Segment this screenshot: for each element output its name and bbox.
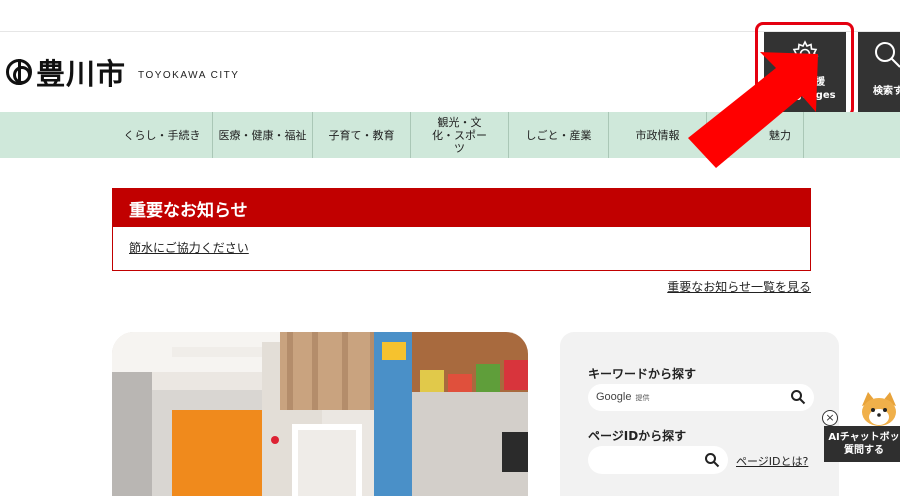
nav-item-label: 子育て・教育 — [328, 128, 395, 142]
hero-image — [112, 332, 528, 496]
logo-text: 豊川市 — [36, 57, 127, 91]
google-label-text: Google — [596, 391, 632, 403]
nav-item-tourism[interactable]: 観光・文化・スポーツ — [410, 112, 508, 158]
search-icon[interactable] — [704, 452, 720, 468]
nav-item-label: しごと・産業 — [525, 128, 592, 142]
ai-chatbot-widget[interactable]: × AIチャットボッ 質問する — [818, 392, 900, 496]
site-logo[interactable]: 豊川市 TOYOKAWA CITY — [6, 52, 239, 92]
notice-heading: 重要なお知らせ — [113, 189, 810, 227]
google-label: Google 提供 — [596, 391, 649, 403]
notice-item-link[interactable]: 節水にご協力ください — [129, 239, 810, 256]
mascot-icon — [862, 392, 896, 426]
search-icon[interactable] — [790, 389, 806, 405]
nav-item-label: くらし・手続き — [123, 128, 201, 142]
keyword-search-input[interactable]: Google 提供 — [588, 384, 814, 411]
nav-item-childcare[interactable]: 子育て・教育 — [312, 112, 410, 158]
ai-chat-line1: AIチャットボッ — [828, 432, 900, 443]
search-icon — [875, 42, 900, 68]
nav-item-living[interactable]: くらし・手続き — [112, 112, 212, 158]
nav-item-work[interactable]: しごと・産業 — [508, 112, 608, 158]
keyword-search-title: キーワードから探す — [588, 367, 697, 381]
google-provided-text: 提供 — [635, 395, 650, 402]
what-is-page-id-link[interactable]: ページIDとは? — [736, 453, 808, 469]
ai-chat-label[interactable]: AIチャットボッ 質問する — [824, 426, 900, 462]
nav-item-label: 観光・文化・スポーツ — [432, 115, 487, 155]
logo-subtitle: TOYOKAWA CITY — [138, 69, 240, 81]
search-button[interactable]: 検索す — [858, 32, 900, 112]
page-id-input[interactable] — [588, 446, 728, 474]
nav-item-label: 市政情報 — [635, 128, 680, 142]
nav-item-health[interactable]: 医療・健康・福祉 — [212, 112, 312, 158]
search-button-label: 検索す — [873, 86, 900, 97]
city-emblem-icon — [6, 59, 32, 85]
nav-item-label: 医療・健康・福祉 — [218, 128, 307, 142]
search-panel: キーワードから探す Google 提供 ページIDから探す ページIDとは? — [560, 332, 839, 496]
page-id-search-title: ページIDから探す — [588, 429, 687, 443]
close-icon[interactable]: × — [822, 410, 838, 426]
notice-view-all-link[interactable]: 重要なお知らせ一覧を見る — [667, 278, 811, 295]
important-notice: 重要なお知らせ 節水にご協力ください — [112, 188, 811, 271]
pointer-arrow-icon — [688, 52, 818, 168]
ai-chat-line2: 質問する — [844, 445, 884, 456]
hero-photo — [112, 332, 528, 496]
